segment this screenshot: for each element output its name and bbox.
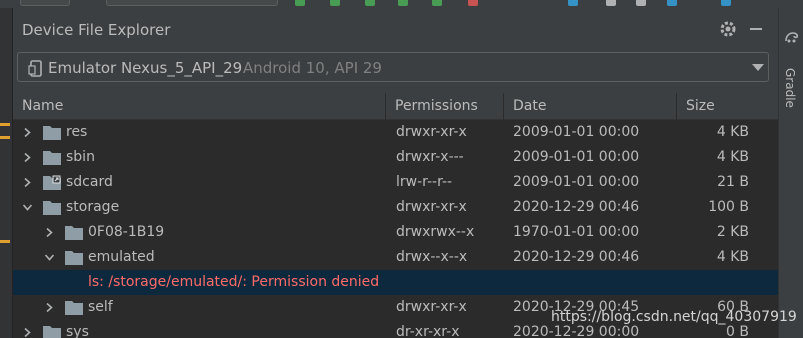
folder-icon xyxy=(43,326,61,338)
gradle-icon[interactable] xyxy=(785,30,799,44)
chevron-right-icon[interactable] xyxy=(45,228,54,237)
sdk-manager-icon[interactable] xyxy=(636,0,646,6)
column-header-date[interactable]: Date xyxy=(504,93,677,120)
top-toolbar xyxy=(0,0,803,8)
chevron-down-icon[interactable] xyxy=(23,203,32,212)
run-config-selector[interactable] xyxy=(20,0,70,6)
device-icon xyxy=(28,60,42,77)
file-size: 100 B xyxy=(708,199,749,215)
file-size: 4 KB xyxy=(716,249,749,265)
file-date: 2020-12-29 00:46 xyxy=(513,199,640,215)
chevron-right-icon[interactable] xyxy=(23,153,32,162)
folder-icon xyxy=(65,226,83,240)
file-permissions: lrw-r--r-- xyxy=(396,174,453,190)
file-size: 2 KB xyxy=(716,224,749,240)
file-date: 2009-01-01 00:00 xyxy=(513,124,640,140)
file-name: 0F08-1B19 xyxy=(88,224,165,240)
avd-manager-icon[interactable] xyxy=(606,0,616,6)
file-table: Name Permissions Date Size res drwxr-xr-… xyxy=(13,93,778,338)
file-permissions: dr-xr-xr-x xyxy=(396,324,460,338)
file-date: 1970-01-01 00:00 xyxy=(513,224,640,240)
permission-error-message: ls: /storage/emulated/: Permission denie… xyxy=(88,274,380,290)
file-permissions: drwxr-xr-x xyxy=(396,299,467,315)
run-icon[interactable] xyxy=(295,0,305,6)
gutter-marker xyxy=(0,136,10,139)
apply-changes-icon[interactable] xyxy=(330,0,340,6)
stop-icon[interactable] xyxy=(468,0,478,6)
device-selector[interactable] xyxy=(106,0,278,6)
folder-icon xyxy=(43,126,61,140)
file-size: 21 B xyxy=(717,174,749,190)
device-file-explorer-panel: Device File Explorer Emulator Nexus_5_AP… xyxy=(13,8,778,338)
gear-icon[interactable] xyxy=(719,20,737,38)
file-size: 4 KB xyxy=(716,149,749,165)
table-row[interactable]: 0F08-1B19 drwxrwx--x 1970-01-01 00:00 2 … xyxy=(13,220,778,245)
device-details: Android 10, API 29 xyxy=(243,59,382,77)
table-row[interactable]: sdcard lrw-r--r-- 2009-01-01 00:00 21 B xyxy=(13,170,778,195)
chevron-right-icon[interactable] xyxy=(23,128,32,137)
file-permissions: drwx--x--x xyxy=(396,249,468,265)
gutter-marker xyxy=(0,240,10,243)
apply-code-changes-icon[interactable] xyxy=(365,0,375,6)
panel-title: Device File Explorer xyxy=(22,21,171,39)
sync-icon[interactable] xyxy=(568,0,578,6)
device-dropdown[interactable]: Emulator Nexus_5_API_29 Android 10, API … xyxy=(17,52,769,82)
table-header: Name Permissions Date Size xyxy=(13,93,778,120)
folder-icon xyxy=(43,151,61,165)
file-date: 2020-12-29 00:46 xyxy=(513,249,640,265)
chevron-right-icon[interactable] xyxy=(23,178,32,187)
chevron-down-icon[interactable] xyxy=(45,253,54,262)
error-row[interactable]: ls: /storage/emulated/: Permission denie… xyxy=(13,270,778,295)
folder-icon xyxy=(43,201,61,215)
column-header-name[interactable]: Name xyxy=(13,93,386,120)
folder-icon xyxy=(65,251,83,265)
file-date: 2009-01-01 00:00 xyxy=(513,174,640,190)
column-header-permissions[interactable]: Permissions xyxy=(386,93,504,120)
table-row[interactable]: storage drwxr-xr-x 2020-12-29 00:46 100 … xyxy=(13,195,778,220)
chevron-right-icon[interactable] xyxy=(23,328,32,337)
chevron-right-icon[interactable] xyxy=(45,303,54,312)
panel-header: Device File Explorer xyxy=(13,8,778,46)
left-gutter xyxy=(0,8,13,338)
folder-icon xyxy=(65,301,83,315)
file-date: 2009-01-01 00:00 xyxy=(513,149,640,165)
file-permissions: drwxr-xr-x xyxy=(396,199,467,215)
file-name: storage xyxy=(66,199,120,215)
file-permissions: drwxr-x--- xyxy=(396,149,464,165)
file-name: self xyxy=(88,299,113,315)
right-tool-bar: Gradle xyxy=(778,8,803,338)
file-name: sbin xyxy=(66,149,95,165)
table-row[interactable]: sbin drwxr-x--- 2009-01-01 00:00 4 KB xyxy=(13,145,778,170)
file-name: emulated xyxy=(88,249,155,265)
column-header-size[interactable]: Size xyxy=(677,93,778,120)
watermark: https://blog.csdn.net/qq_40307919 xyxy=(551,309,797,325)
chevron-down-icon[interactable] xyxy=(752,64,764,71)
search-everywhere-icon[interactable] xyxy=(721,0,731,6)
file-name: sdcard xyxy=(66,174,113,190)
gutter-marker xyxy=(0,123,10,126)
table-row[interactable]: emulated drwx--x--x 2020-12-29 00:46 4 K… xyxy=(13,245,778,270)
debug-icon[interactable] xyxy=(398,0,408,6)
layout-inspector-icon[interactable] xyxy=(667,0,677,6)
folder-link-icon xyxy=(43,175,61,190)
file-permissions: drwxr-xr-x xyxy=(396,124,467,140)
file-permissions: drwxrwx--x xyxy=(396,224,475,240)
file-name: sys xyxy=(66,324,89,338)
table-row[interactable]: res drwxr-xr-x 2009-01-01 00:00 4 KB xyxy=(13,120,778,145)
file-size: 4 KB xyxy=(716,124,749,140)
device-name: Emulator Nexus_5_API_29 xyxy=(48,59,243,77)
file-name: res xyxy=(66,124,88,140)
minimize-icon[interactable] xyxy=(750,28,762,30)
gradle-tab[interactable]: Gradle xyxy=(783,68,797,108)
profile-icon[interactable] xyxy=(432,0,442,6)
